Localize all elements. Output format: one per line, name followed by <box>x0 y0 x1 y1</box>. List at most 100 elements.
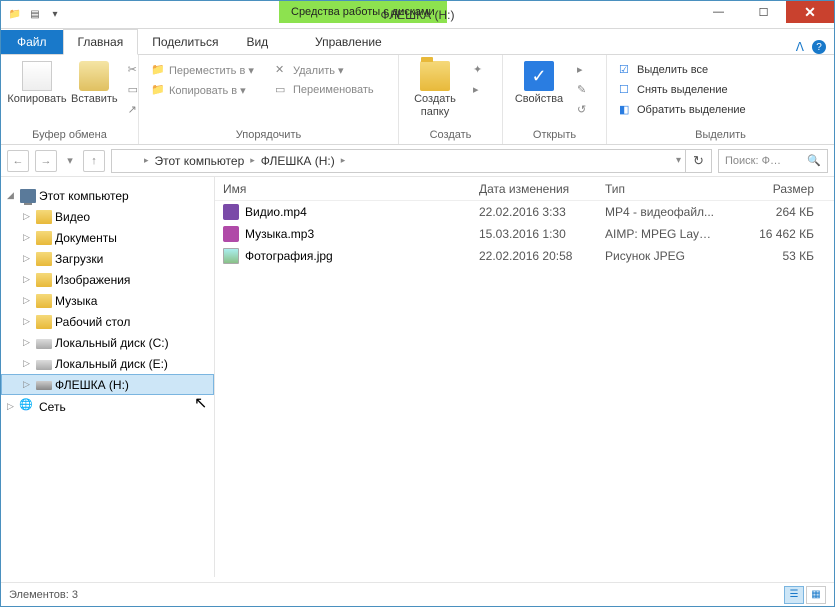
tree-label: Видео <box>55 210 90 224</box>
expand-icon[interactable]: ▷ <box>23 337 33 348</box>
help-icon[interactable]: ? <box>812 40 826 54</box>
view-icons-button[interactable]: ▦ <box>806 586 826 604</box>
close-button[interactable]: ✕ <box>786 1 834 23</box>
expand-icon[interactable]: ▷ <box>23 379 33 390</box>
file-row[interactable]: Видио.mp422.02.2016 3:33MP4 - видеофайл.… <box>215 201 834 223</box>
new-folder-label: Создать папку <box>414 93 456 118</box>
minimize-ribbon-icon[interactable]: ᐱ <box>796 40 804 54</box>
tree-label: Сеть <box>39 400 66 414</box>
move-icon: 📁 <box>151 63 165 77</box>
properties-button[interactable]: ✓ Свойства <box>511 59 567 106</box>
expand-icon[interactable]: ▷ <box>23 253 33 264</box>
tree-label: Локальный диск (E:) <box>55 357 168 371</box>
mp4-icon <box>223 204 239 220</box>
file-date: 15.03.2016 1:30 <box>471 227 597 241</box>
new-folder-icon <box>420 61 450 91</box>
expand-icon[interactable]: ▷ <box>23 211 33 222</box>
copy-button[interactable]: Копировать <box>9 59 65 106</box>
properties-label: Свойства <box>515 93 563 106</box>
back-button[interactable]: ← <box>7 150 29 172</box>
expand-icon[interactable]: ▷ <box>23 232 33 243</box>
qat-properties-icon[interactable]: ▤ <box>27 7 43 23</box>
delete-button[interactable]: ✕Удалить ▾ <box>271 61 389 79</box>
edit-icon: ✎ <box>577 83 591 97</box>
expand-icon[interactable]: ▷ <box>7 401 17 412</box>
file-size: 53 КБ <box>715 249 834 263</box>
open-button[interactable]: ▸ <box>573 61 595 79</box>
easy-access-button[interactable]: ▸ <box>469 81 491 99</box>
collapse-icon[interactable]: ◢ <box>7 190 17 201</box>
tree-this-pc[interactable]: ◢ Этот компьютер <box>1 185 214 206</box>
breadcrumb-separator[interactable]: ▸ <box>341 155 346 166</box>
deselect-button[interactable]: ☐Снять выделение <box>615 81 750 99</box>
up-button[interactable]: ↑ <box>83 150 105 172</box>
col-size[interactable]: Размер <box>715 182 834 196</box>
breadcrumb-separator[interactable]: ▸ <box>144 155 149 166</box>
tree-item[interactable]: ▷Музыка <box>1 290 214 311</box>
view-details-button[interactable]: ☰ <box>784 586 804 604</box>
group-clipboard-label: Буфер обмена <box>1 127 138 144</box>
history-button[interactable]: ↺ <box>573 101 595 119</box>
col-type[interactable]: Тип <box>597 182 715 196</box>
tree-item[interactable]: ▷ Видео <box>1 206 214 227</box>
file-type: MP4 - видеофайл... <box>597 205 715 219</box>
address-bar[interactable]: ▸ Этот компьютер ▸ ФЛЕШКА (H:) ▸ ▾ <box>111 149 686 173</box>
tree-label: Документы <box>55 231 117 245</box>
tab-share[interactable]: Поделиться <box>138 30 232 54</box>
status-count: Элементов: 3 <box>9 589 78 601</box>
jpg-icon <box>223 248 239 264</box>
new-item-button[interactable]: ✦ <box>469 61 491 79</box>
expand-icon[interactable]: ▷ <box>23 358 33 369</box>
breadcrumb-computer[interactable]: Этот компьютер <box>151 152 249 170</box>
tab-view[interactable]: Вид <box>232 30 282 54</box>
col-name[interactable]: Имя <box>215 182 471 196</box>
main-content: ◢ Этот компьютер ▷ Видео ▷ Документы ▷ Загруз… <box>1 177 834 577</box>
breadcrumb-separator[interactable]: ▸ <box>250 155 255 166</box>
col-date[interactable]: Дата изменения <box>471 182 597 196</box>
tree-item[interactable]: ▷ Документы <box>1 227 214 248</box>
move-to-button[interactable]: 📁Переместить в ▾ <box>147 61 265 79</box>
tab-manage[interactable]: Управление <box>301 30 396 54</box>
tab-home[interactable]: Главная <box>63 29 139 55</box>
new-item-icon: ✦ <box>473 63 487 77</box>
expand-icon[interactable]: ▷ <box>23 274 33 285</box>
refresh-button[interactable]: ↻ <box>686 149 712 173</box>
tree-item[interactable]: ▷Изображения <box>1 269 214 290</box>
search-input[interactable]: Поиск: Ф… 🔍 <box>718 149 828 173</box>
history-dropdown[interactable]: ▾ <box>63 150 77 172</box>
file-row[interactable]: Фотография.jpg22.02.2016 20:58Рисунок JP… <box>215 245 834 267</box>
minimize-button[interactable]: — <box>696 1 741 23</box>
breadcrumb-drive[interactable]: ФЛЕШКА (H:) <box>257 152 339 170</box>
rename-button[interactable]: ▭Переименовать <box>271 81 389 99</box>
search-placeholder: Поиск: Ф… <box>725 155 781 167</box>
paste-button[interactable]: Вставить <box>71 59 118 106</box>
tree-network[interactable]: ▷ Сеть <box>1 396 214 417</box>
open-icon: ▸ <box>577 63 591 77</box>
tab-file[interactable]: Файл <box>1 30 63 54</box>
tree-item[interactable]: ▷ Локальный диск (E:) <box>1 353 214 374</box>
invert-selection-button[interactable]: ◧Обратить выделение <box>615 101 750 119</box>
copy-to-button[interactable]: 📁Копировать в ▾ <box>147 81 265 99</box>
qat-new-folder-icon[interactable]: ▾ <box>47 7 63 23</box>
expand-icon[interactable]: ▷ <box>23 316 33 327</box>
edit-button[interactable]: ✎ <box>573 81 595 99</box>
tree-item[interactable]: ▷Локальный диск (C:) <box>1 332 214 353</box>
file-size: 16 462 КБ <box>715 227 834 241</box>
network-icon <box>20 400 36 414</box>
paste-label: Вставить <box>71 93 118 106</box>
tree-label: Загрузки <box>55 252 103 266</box>
drive-icon <box>36 339 52 349</box>
file-row[interactable]: Музыка.mp315.03.2016 1:30AIMP: MPEG Laye… <box>215 223 834 245</box>
new-folder-button[interactable]: Создать папку <box>407 59 463 118</box>
maximize-button[interactable]: ☐ <box>741 1 786 23</box>
group-organize-label: Упорядочить <box>139 127 398 144</box>
forward-button[interactable]: → <box>35 150 57 172</box>
column-headers: Имя Дата изменения Тип Размер <box>215 177 834 201</box>
address-dropdown[interactable]: ▾ <box>676 155 681 166</box>
select-all-button[interactable]: ☑Выделить все <box>615 61 750 79</box>
drive-icon <box>116 154 142 168</box>
tree-item[interactable]: ▷ФЛЕШКА (H:) <box>1 374 214 395</box>
tree-item[interactable]: ▷ Загрузки <box>1 248 214 269</box>
expand-icon[interactable]: ▷ <box>23 295 33 306</box>
tree-item[interactable]: ▷Рабочий стол <box>1 311 214 332</box>
